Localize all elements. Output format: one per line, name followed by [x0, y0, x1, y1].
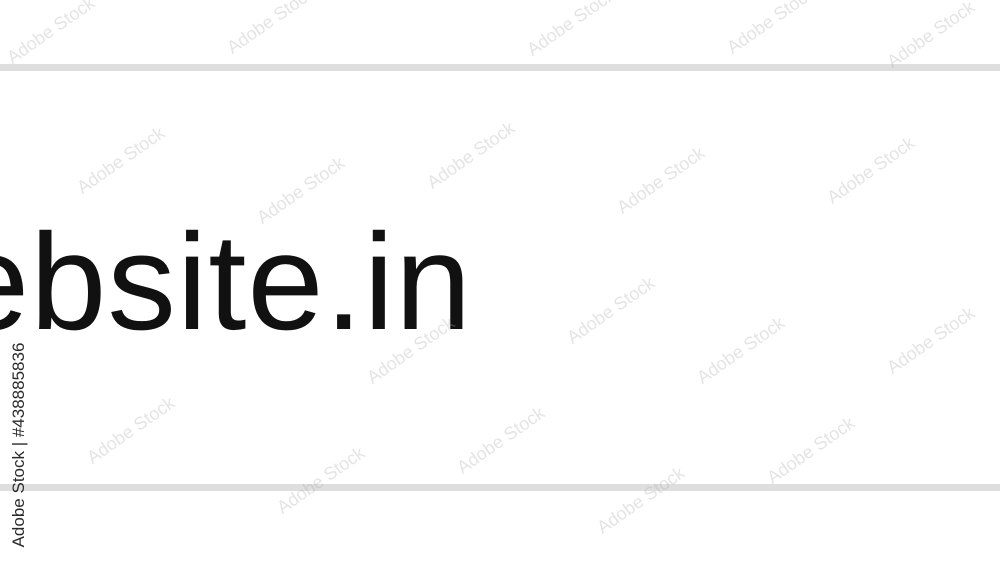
watermark-id-text: Adobe Stock | #438885836 — [9, 342, 28, 548]
watermark-logo: Adobe Stock — [723, 0, 819, 58]
watermark-logo: Adobe Stock — [223, 0, 319, 58]
url-text[interactable]: ebsite.in — [0, 208, 472, 358]
watermark-logo: Adobe Stock — [523, 0, 619, 60]
watermark-id: Adobe Stock | #438885836 — [0, 330, 38, 560]
watermark-logo: Adobe Stock — [883, 0, 979, 72]
watermark-logo: Adobe Stock — [3, 0, 99, 68]
